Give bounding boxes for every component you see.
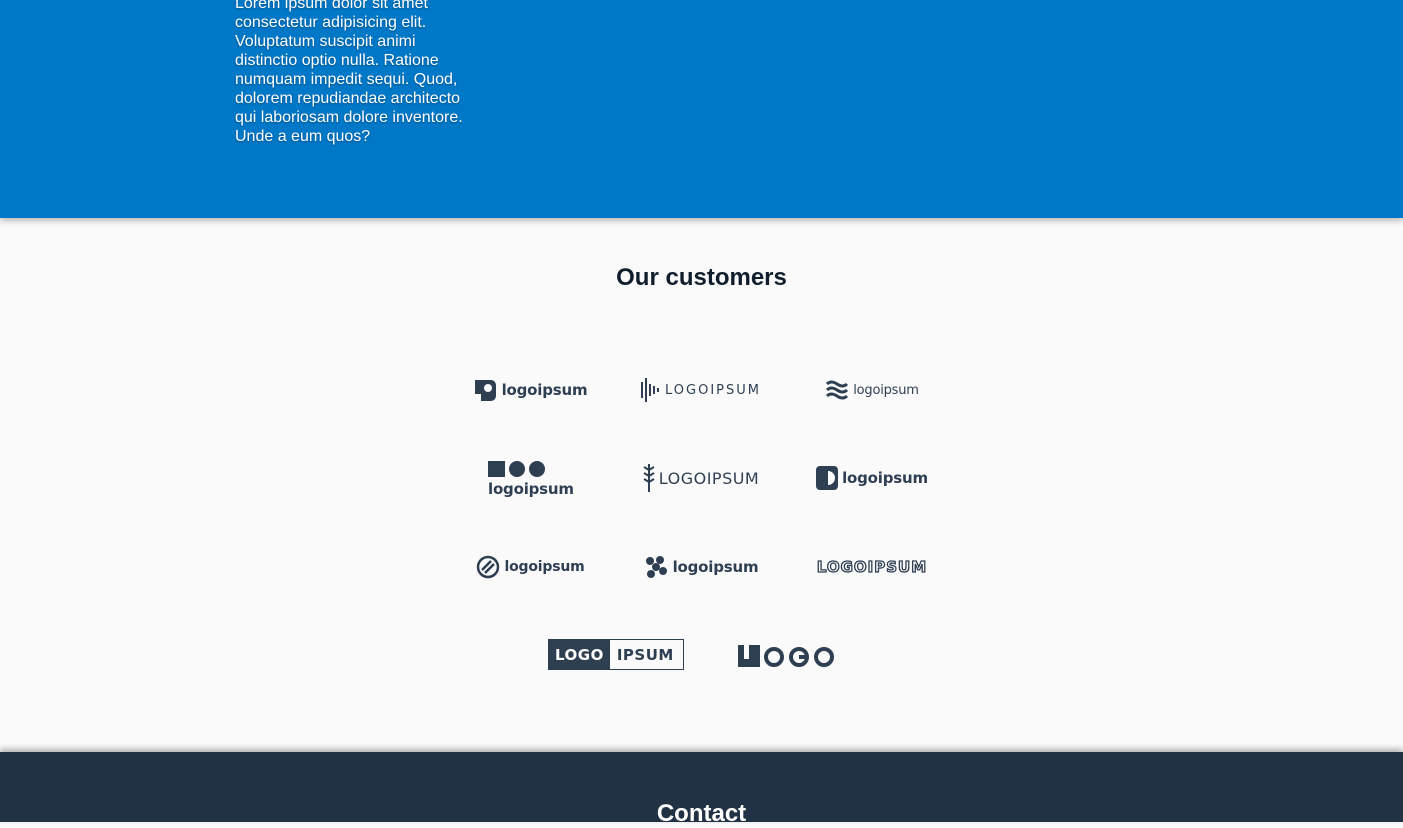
customer-logo-4-text: logoipsum [488, 480, 574, 498]
customer-logo-4: logoipsum [470, 456, 590, 502]
block-letters-icon [738, 644, 836, 668]
customer-logo-7: logoipsum [470, 549, 590, 585]
customer-logo-1-text: logoipsum [501, 381, 588, 399]
contact-section-title: Contact [656, 800, 747, 827]
customer-logo-1: logoipsum [470, 372, 590, 408]
slashed-circle-icon [476, 555, 500, 579]
customer-logo-3: logoipsum [812, 372, 932, 408]
customers-section-title: Our customers [616, 264, 787, 291]
contact-section: Contact [0, 752, 1403, 827]
square-circles-icon [488, 460, 548, 478]
square-loop-icon [473, 378, 498, 403]
customer-logo-10-text: IPSUM [616, 645, 674, 664]
customer-logo-6-text: logoipsum [842, 469, 928, 487]
customer-logo-2: LOGOIPSUM [641, 372, 761, 408]
sound-bars-icon [641, 378, 659, 402]
dots-cluster-icon [644, 555, 668, 579]
customer-logo-5-text: LOGOIPSUM [658, 468, 760, 488]
customer-logo-9: LOGOIPSUM [806, 549, 938, 585]
customer-logo-11 [737, 642, 837, 670]
customer-logo-6: logoipsum [812, 460, 932, 496]
wheat-icon [643, 464, 655, 492]
boxed-wordmark-icon: LOGO [549, 640, 610, 669]
customer-logo-3-text: logoipsum [853, 382, 919, 398]
waves-icon [825, 380, 849, 400]
customer-logo-2-text: LOGOIPSUM [665, 382, 761, 398]
hero-banner: Lorem ipsum dolor sit amet consectetur a… [0, 0, 1403, 218]
customer-logo-7-text: logoipsum [504, 559, 585, 575]
half-circle-icon [816, 466, 839, 490]
customer-logo-8: logoipsum [641, 549, 761, 585]
outlined-wordmark-icon: LOGOIPSUM [816, 557, 928, 576]
customer-logo-8-text: logoipsum [672, 558, 759, 576]
hero-body-text: Lorem ipsum dolor sit amet consectetur a… [235, 0, 463, 145]
customer-logo-5: LOGOIPSUM [641, 460, 761, 496]
customer-logo-10: LOGO IPSUM [548, 639, 684, 670]
